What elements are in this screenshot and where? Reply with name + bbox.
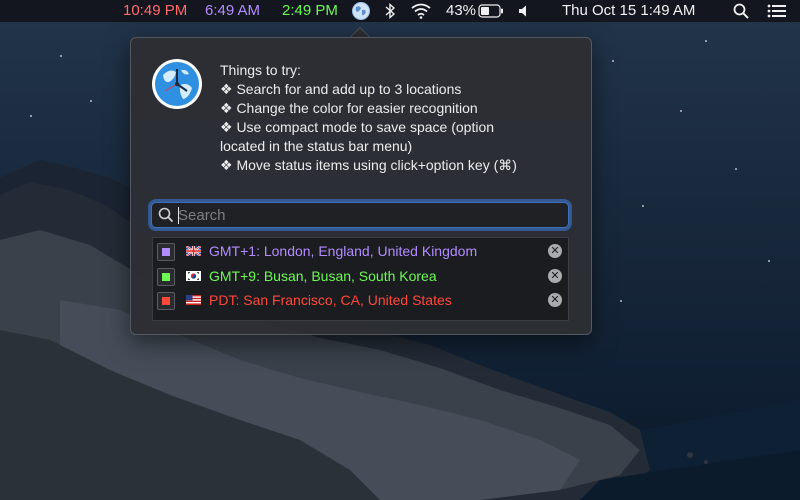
color-swatch-button[interactable] (157, 243, 175, 261)
location-row[interactable]: GMT+9: Busan, Busan, South Korea ✕ (153, 265, 568, 289)
volume-icon[interactable] (518, 4, 532, 18)
world-clock-popover: Things to try: ❖ Search for and add up t… (130, 37, 592, 335)
locations-list: GMT+1: London, England, United Kingdom ✕… (152, 237, 569, 321)
location-row[interactable]: GMT+1: London, England, United Kingdom ✕ (153, 240, 568, 264)
us-flag-icon (186, 295, 201, 305)
uk-flag-icon (186, 246, 201, 256)
remove-location-button[interactable]: ✕ (548, 244, 562, 258)
search-icon[interactable] (733, 3, 749, 19)
clock-item-3[interactable]: 2:49 PM (282, 2, 338, 20)
tip-line: ❖ Change the color for easier recognitio… (220, 100, 478, 116)
color-swatch-fill (162, 273, 170, 281)
menu-bar: 10:49 PM 6:49 AM 2:49 PM 43% Thu Oct 15 … (0, 0, 800, 22)
search-field[interactable] (151, 202, 569, 228)
clock-item-2[interactable]: 6:49 AM (205, 2, 260, 20)
text-caret (178, 207, 179, 224)
search-input[interactable] (178, 205, 558, 225)
remove-location-button[interactable]: ✕ (548, 269, 562, 283)
tip-line: located in the status bar menu) (220, 138, 413, 154)
remove-location-button[interactable]: ✕ (548, 293, 562, 307)
tip-line: ❖ Search for and add up to 3 locations (220, 81, 462, 97)
world-clock-app-icon (152, 59, 202, 109)
location-row[interactable]: PDT: San Francisco, CA, United States ✕ (153, 289, 568, 313)
tip-line: ❖ Move status items using click+option k… (220, 157, 517, 173)
tips-heading: Things to try: (220, 62, 301, 78)
date-time[interactable]: Thu Oct 15 1:49 AM (562, 2, 695, 20)
search-field-icon (158, 207, 174, 223)
clock-item-1[interactable]: 10:49 PM (123, 2, 187, 20)
tip-line: ❖ Use compact mode to save space (option (220, 119, 495, 135)
globe-icon[interactable] (351, 1, 371, 21)
battery-icon[interactable] (478, 4, 504, 18)
wifi-icon[interactable] (411, 3, 431, 19)
color-swatch-button[interactable] (157, 268, 175, 286)
location-label: GMT+1: London, England, United Kingdom (209, 243, 478, 259)
battery-percentage[interactable]: 43% (446, 2, 476, 20)
color-swatch-fill (162, 248, 170, 256)
tips-text: Things to try: ❖ Search for and add up t… (220, 61, 570, 175)
korea-flag-icon (186, 271, 201, 281)
list-icon[interactable] (767, 4, 787, 18)
bluetooth-icon[interactable] (384, 2, 396, 20)
location-label: PDT: San Francisco, CA, United States (209, 292, 452, 308)
color-swatch-button[interactable] (157, 292, 175, 310)
location-label: GMT+9: Busan, Busan, South Korea (209, 268, 437, 284)
color-swatch-fill (162, 297, 170, 305)
